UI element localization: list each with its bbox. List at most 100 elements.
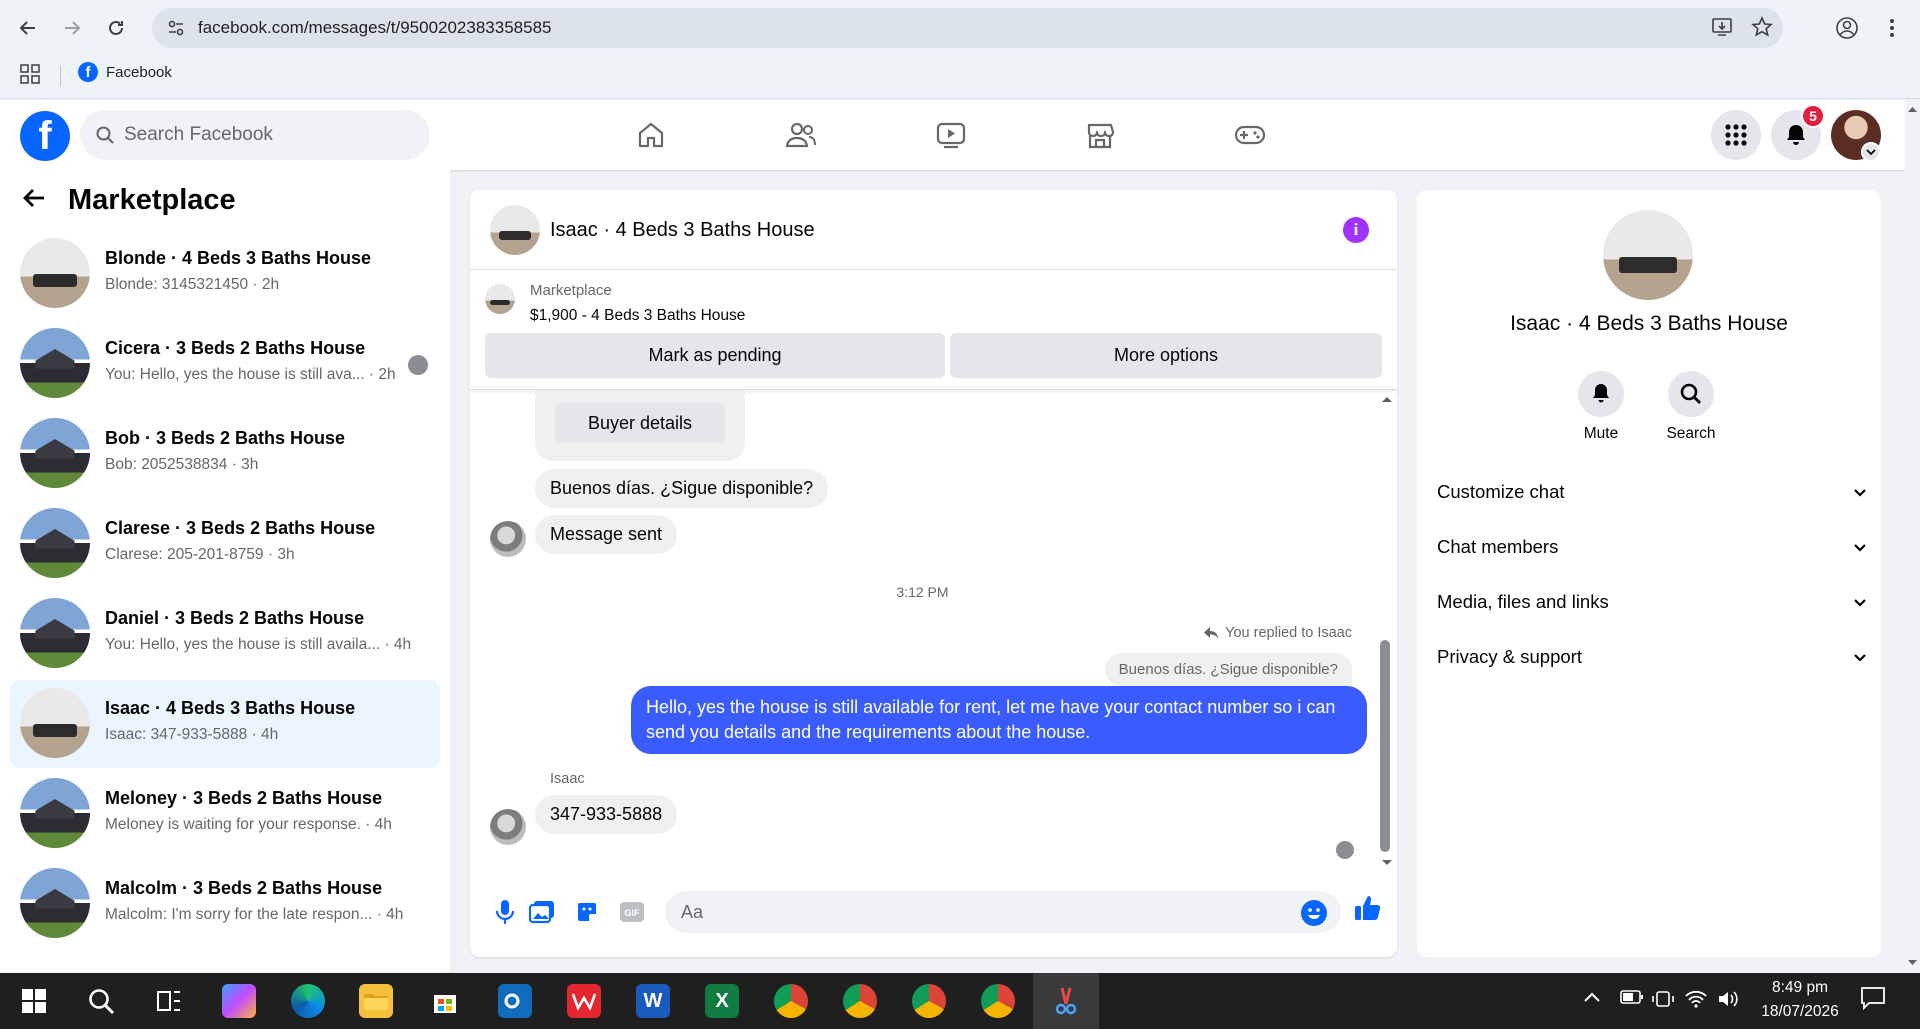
conversation-item[interactable]: Bob · 3 Beds 2 Baths House Bob: 20525388… — [10, 410, 440, 498]
volume-icon[interactable] — [1717, 990, 1739, 1011]
sender-name: Isaac — [550, 771, 585, 787]
page-scrollbar[interactable] — [1905, 100, 1920, 972]
copilot-icon[interactable] — [222, 984, 256, 1018]
conversation-item[interactable]: Daniel · 3 Beds 2 Baths House You: Hello… — [10, 590, 440, 678]
bookmark-facebook[interactable]: f Facebook — [78, 62, 172, 82]
conversation-title: Cicera · 3 Beds 2 Baths House — [105, 338, 366, 358]
bell-icon[interactable] — [1578, 371, 1624, 417]
friends-icon[interactable] — [781, 116, 821, 154]
search-input[interactable] — [124, 124, 404, 146]
wps-office-icon[interactable] — [567, 984, 601, 1018]
buyer-details-button[interactable]: Buyer details — [555, 403, 725, 443]
windows-start-icon[interactable] — [17, 984, 51, 1018]
wifi-icon[interactable] — [1685, 990, 1707, 1011]
excel-icon[interactable]: X — [705, 984, 739, 1018]
info-title[interactable]: Isaac · 4 Beds 3 Baths House — [1417, 312, 1881, 336]
message-input[interactable] — [681, 901, 1281, 923]
info-thumbnail[interactable] — [1603, 210, 1693, 300]
conversation-item[interactable]: Blonde · 4 Beds 3 Baths House Blonde: 31… — [10, 230, 440, 318]
conversation-item[interactable]: Malcolm · 3 Beds 2 Baths House Malcolm: … — [10, 860, 440, 948]
bell-icon — [1787, 125, 1805, 145]
system-clock[interactable]: 8:49 pm 18/07/2026 — [1745, 976, 1855, 1024]
media-files-links-section[interactable]: Media, files and links — [1437, 582, 1867, 622]
photo-icon[interactable] — [527, 897, 557, 927]
listing-thumbnail — [20, 868, 90, 938]
notification-center-icon[interactable] — [1860, 986, 1886, 1013]
chrome-profile-1-icon[interactable] — [774, 984, 808, 1018]
taskbar-search-icon[interactable] — [84, 984, 118, 1018]
address-bar[interactable]: facebook.com/messages/t/9500202383358585 — [152, 8, 1783, 48]
microphone-icon[interactable] — [490, 897, 520, 927]
system-message[interactable]: Message sent — [535, 515, 678, 554]
video-icon[interactable] — [931, 116, 971, 154]
like-thumb-icon[interactable] — [1353, 893, 1383, 923]
emoji-icon[interactable] — [1301, 900, 1327, 926]
listing-price[interactable]: $1,900 - 4 Beds 3 Baths House — [530, 307, 745, 325]
sender-avatar[interactable] — [490, 809, 526, 845]
facebook-logo[interactable]: f — [20, 111, 70, 161]
incoming-message[interactable]: 347-933-5888 — [535, 795, 678, 834]
chat-thumbnail[interactable] — [490, 205, 540, 255]
conversation-preview: Bob: 2052538834 · 3h — [105, 456, 259, 473]
word-icon[interactable]: W — [636, 984, 670, 1018]
more-options-button[interactable]: More options — [950, 333, 1382, 378]
site-settings-icon[interactable] — [164, 16, 188, 40]
install-app-icon[interactable] — [1711, 16, 1733, 43]
back-arrow-icon[interactable] — [22, 187, 46, 214]
sender-avatar[interactable] — [490, 521, 526, 557]
chrome-profile-3-icon[interactable] — [912, 984, 946, 1018]
reply-icon — [1204, 627, 1219, 639]
chrome-profile-2-icon[interactable] — [843, 984, 877, 1018]
marketplace-icon[interactable] — [1080, 116, 1120, 154]
section-label: Customize chat — [1437, 481, 1565, 502]
conversation-item-active[interactable]: Isaac · 4 Beds 3 Baths House Isaac: 347-… — [10, 680, 440, 768]
chrome-profile-4-icon[interactable] — [981, 984, 1015, 1018]
mute-action[interactable]: Mute — [1556, 371, 1646, 443]
bookmark-star-icon[interactable] — [1751, 16, 1773, 43]
chat-members-section[interactable]: Chat members — [1437, 527, 1867, 567]
edge-browser-icon[interactable] — [291, 984, 325, 1018]
sticker-icon[interactable] — [572, 897, 602, 927]
gaming-icon[interactable] — [1230, 116, 1270, 154]
buyer-details-card: Buyer details — [535, 391, 745, 461]
gif-icon[interactable]: GIF — [617, 897, 647, 927]
listing-thumbnail[interactable] — [485, 284, 515, 314]
outlook-icon[interactable] — [498, 984, 532, 1018]
search-box[interactable] — [80, 110, 430, 160]
snipping-tool-icon[interactable] — [1049, 984, 1083, 1018]
device-icon[interactable] — [1652, 990, 1674, 1011]
search-icon[interactable] — [1668, 371, 1714, 417]
search-label: Search — [1666, 425, 1716, 442]
reload-icon[interactable] — [100, 12, 132, 44]
file-explorer-icon[interactable] — [359, 984, 393, 1018]
battery-icon[interactable] — [1620, 990, 1644, 1007]
conversation-item[interactable]: Meloney · 3 Beds 2 Baths House Meloney i… — [10, 770, 440, 858]
conversation-title: Clarese · 3 Beds 2 Baths House — [105, 518, 376, 538]
chat-title[interactable]: Isaac · 4 Beds 3 Baths House — [550, 219, 815, 242]
mark-as-pending-button[interactable]: Mark as pending — [485, 333, 945, 378]
show-hidden-icons[interactable] — [1583, 990, 1601, 1006]
conversation-item[interactable]: Cicera · 3 Beds 2 Baths House You: Hello… — [10, 320, 440, 408]
customize-chat-section[interactable]: Customize chat — [1437, 472, 1867, 512]
home-icon[interactable] — [631, 116, 671, 154]
message-composer: GIF — [470, 880, 1397, 957]
conversation-item[interactable]: Clarese · 3 Beds 2 Baths House Clarese: … — [10, 500, 440, 588]
chevron-down-icon[interactable] — [1861, 142, 1881, 162]
scrollbar-thumb[interactable] — [1380, 640, 1390, 852]
outgoing-message[interactable]: Hello, yes the house is still available … — [631, 686, 1367, 754]
info-icon[interactable]: i — [1343, 217, 1369, 243]
privacy-support-section[interactable]: Privacy & support — [1437, 637, 1867, 677]
task-view-icon[interactable] — [152, 984, 186, 1018]
quoted-message[interactable]: Buenos días. ¿Sigue disponible? — [1104, 653, 1352, 686]
microsoft-store-icon[interactable] — [428, 984, 462, 1018]
account-icon[interactable] — [1831, 12, 1863, 44]
apps-grid-icon[interactable] — [20, 64, 40, 89]
back-icon[interactable] — [12, 12, 44, 44]
browser-menu-icon[interactable] — [1876, 12, 1908, 44]
forward-icon[interactable] — [56, 12, 88, 44]
message-input-box[interactable] — [665, 891, 1341, 933]
incoming-message[interactable]: Buenos días. ¿Sigue disponible? — [535, 469, 829, 508]
search-action[interactable]: Search — [1646, 371, 1736, 443]
menu-grid-button[interactable] — [1711, 110, 1761, 160]
chevron-down-icon — [1853, 481, 1867, 503]
